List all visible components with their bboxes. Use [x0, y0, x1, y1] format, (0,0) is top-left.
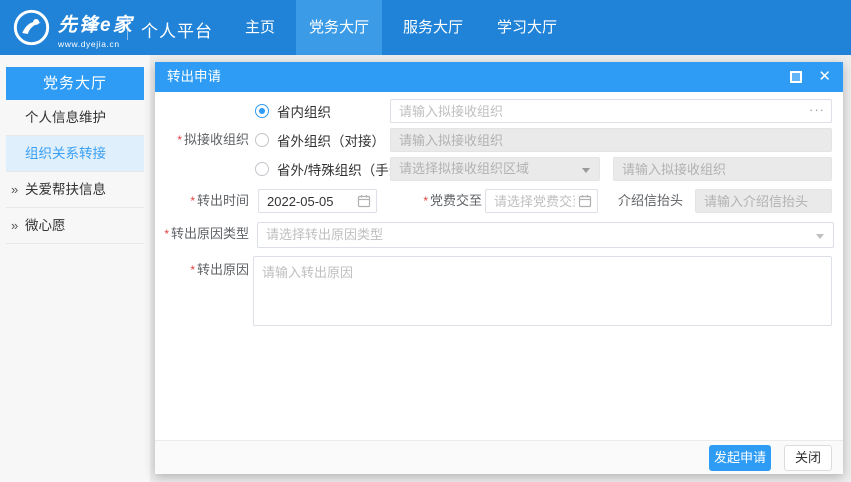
logo-link[interactable]: 先锋e家 www.dyejia.cn [13, 8, 128, 48]
radio-province-internal[interactable]: 省内组织 [255, 99, 331, 123]
radio-province-external-dock[interactable]: 省外组织（对接） [255, 128, 385, 152]
fee-until-label: *党费交至 [388, 189, 482, 213]
receiving-org-manual-input [613, 157, 832, 181]
sidebar-item-care-support[interactable]: » 关爱帮扶信息 [6, 172, 144, 208]
letterhead-input [695, 189, 832, 213]
sidebar-item-org-transfer[interactable]: 组织关系转接 [6, 136, 144, 172]
chevron-down-icon [816, 234, 824, 239]
radio-icon [255, 133, 269, 147]
close-icon[interactable]: ✕ [816, 62, 833, 91]
letterhead-label: 介绍信抬头 [589, 189, 683, 213]
sidebar-title: 党务大厅 [6, 67, 144, 100]
select-placeholder: 请选择转出原因类型 [266, 227, 383, 242]
dialog-footer: 发起申请 关闭 [155, 440, 843, 474]
chevron-right-icon: » [11, 208, 18, 244]
close-button[interactable]: 关闭 [784, 445, 832, 471]
transfer-out-dialog: 转出申请 ✕ 省内组织 ··· *拟接收组织 省外组织（对接） [155, 62, 843, 474]
receiving-org-label: *拟接收组织 [155, 128, 249, 152]
nav-item-home[interactable]: 主页 [232, 0, 288, 55]
receiving-org-dock-input [390, 128, 832, 152]
sidebar-item-label: 关爱帮扶信息 [25, 182, 106, 197]
sidebar-item-label: 微心愿 [25, 218, 66, 233]
reason-label: *转出原因 [155, 258, 249, 282]
dialog-title: 转出申请 [167, 62, 221, 92]
select-placeholder: 请选择拟接收组织区域 [399, 161, 529, 176]
required-marker: * [190, 263, 195, 277]
sidebar-item-label: 个人信息维护 [25, 110, 106, 125]
sidebar-item-micro-wish[interactable]: » 微心愿 [6, 208, 144, 244]
transfer-date-label: *转出时间 [155, 189, 249, 213]
dialog-body: 省内组织 ··· *拟接收组织 省外组织（对接） 省外/特殊组织（手录） 请选择 [155, 92, 843, 440]
nav-item-service-hall[interactable]: 服务大厅 [390, 0, 476, 55]
page: 先锋e家 www.dyejia.cn 个人平台 主页 党务大厅 服务大厅 学习大… [0, 0, 851, 482]
required-marker: * [190, 194, 195, 208]
dialog-titlebar: 转出申请 ✕ [155, 62, 843, 92]
radio-label: 省内组织 [277, 101, 331, 121]
app-header: 先锋e家 www.dyejia.cn 个人平台 主页 党务大厅 服务大厅 学习大… [0, 0, 851, 55]
platform-title: 个人平台 [141, 17, 213, 42]
org-picker-ellipsis-button[interactable]: ··· [809, 99, 825, 121]
header-divider [127, 16, 128, 40]
logo-icon [13, 9, 50, 46]
sidebar-item-personal-info[interactable]: 个人信息维护 [6, 100, 144, 136]
required-marker: * [177, 133, 182, 147]
chevron-right-icon: » [11, 172, 18, 208]
fee-until-wrap [485, 189, 598, 213]
chevron-down-icon [582, 168, 590, 173]
logo-text: 先锋e家 www.dyejia.cn [58, 10, 138, 49]
required-marker: * [423, 194, 428, 208]
submit-application-button[interactable]: 发起申请 [709, 445, 771, 471]
calendar-icon [357, 194, 371, 208]
radio-icon [255, 162, 269, 176]
reason-type-select[interactable]: 请选择转出原因类型 [257, 222, 834, 248]
sidebar-item-label: 组织关系转接 [25, 146, 106, 161]
nav-item-party-hall[interactable]: 党务大厅 [296, 0, 382, 55]
logo-url: www.dyejia.cn [58, 39, 138, 49]
org-region-select: 请选择拟接收组织区域 [390, 157, 600, 181]
receiving-org-input[interactable] [390, 99, 832, 123]
radio-label: 省外组织（对接） [277, 130, 385, 150]
sidebar: 党务大厅 个人信息维护 组织关系转接 » 关爱帮扶信息 » 微心愿 [0, 55, 150, 482]
top-nav: 主页 党务大厅 服务大厅 学习大厅 [228, 0, 574, 55]
transfer-date-wrap [258, 189, 377, 213]
reason-type-label: *转出原因类型 [155, 222, 249, 246]
reason-textarea[interactable] [253, 256, 832, 326]
required-marker: * [164, 227, 169, 241]
nav-item-study-hall[interactable]: 学习大厅 [484, 0, 570, 55]
logo-title: 先锋e家 [58, 10, 138, 37]
maximize-icon[interactable] [790, 71, 802, 83]
org-search-wrap: ··· [390, 99, 832, 123]
radio-icon [255, 104, 269, 118]
